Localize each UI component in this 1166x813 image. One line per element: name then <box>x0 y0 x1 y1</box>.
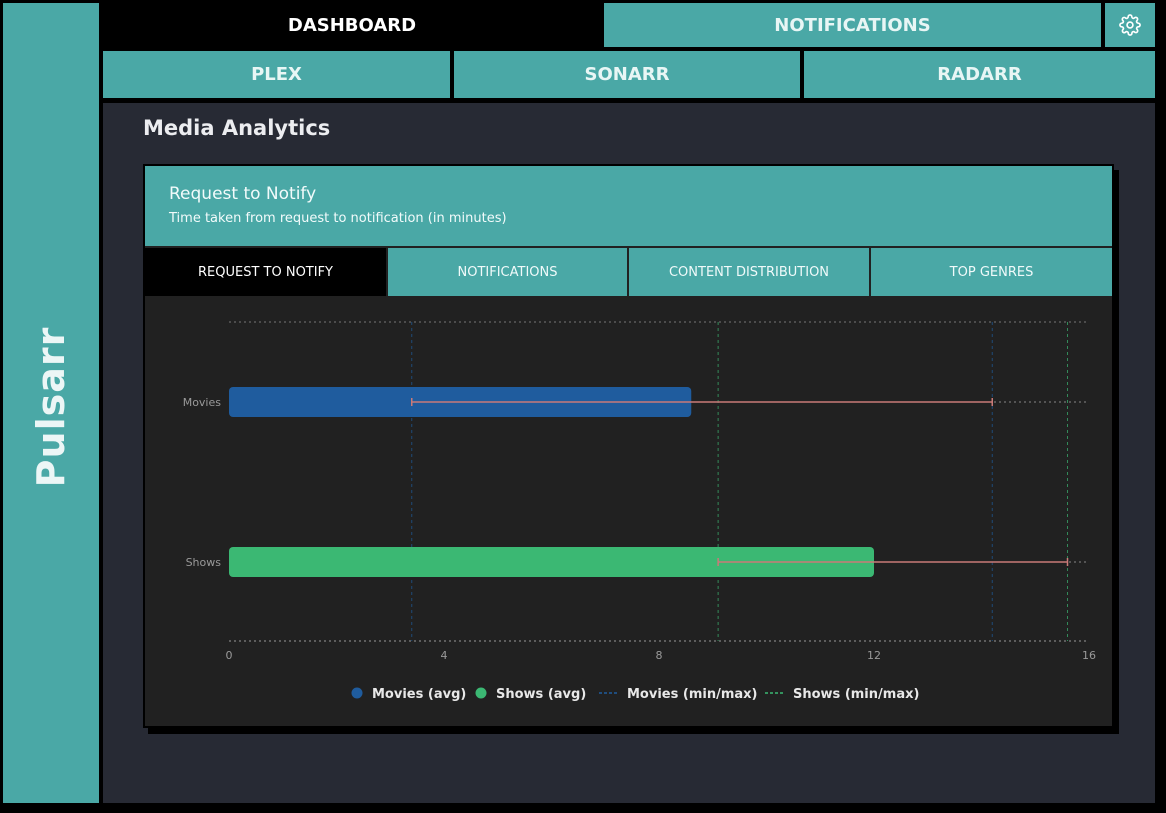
category-label: Shows <box>186 556 222 569</box>
tab-sonarr[interactable]: SONARR <box>454 51 800 98</box>
tab-top-genres[interactable]: TOP GENRES <box>871 248 1112 296</box>
page-title: Media Analytics <box>143 116 331 140</box>
x-tick-label: 0 <box>226 649 233 662</box>
sidebar: Pulsarr <box>3 3 99 803</box>
settings-button[interactable] <box>1105 3 1155 47</box>
card-title: Request to Notify <box>169 184 317 204</box>
legend-swatch-shows <box>475 687 487 699</box>
legend-label: Shows (avg) <box>496 687 586 702</box>
x-tick-label: 8 <box>656 649 663 662</box>
legend-label: Shows (min/max) <box>793 687 919 702</box>
tab-dashboard[interactable]: DASHBOARD <box>103 3 601 47</box>
tab-plex[interactable]: PLEX <box>103 51 450 98</box>
tab-request-to-notify[interactable]: REQUEST TO NOTIFY <box>145 248 386 296</box>
x-tick-label: 12 <box>867 649 881 662</box>
legend-label: Movies (min/max) <box>627 687 757 702</box>
legend-swatch-movies <box>351 687 363 699</box>
card-header <box>145 166 1112 246</box>
tab-content-distribution[interactable]: CONTENT DISTRIBUTION <box>629 248 869 296</box>
category-label: Movies <box>183 396 222 409</box>
tab-radarr[interactable]: RADARR <box>804 51 1155 98</box>
card-subtitle: Time taken from request to notification … <box>169 211 507 226</box>
x-tick-label: 4 <box>441 649 448 662</box>
tab-notifications[interactable]: NOTIFICATIONS <box>604 3 1101 47</box>
gear-icon <box>1119 14 1141 36</box>
legend-label: Movies (avg) <box>372 687 466 702</box>
tab-chart-notifications[interactable]: NOTIFICATIONS <box>388 248 627 296</box>
x-tick-label: 16 <box>1082 649 1096 662</box>
brand-logo: Pulsarr <box>29 326 73 488</box>
request-to-notify-chart: Movies Shows 0 4 8 12 16 Movies (avg) Shows (avg… <box>183 321 1096 702</box>
